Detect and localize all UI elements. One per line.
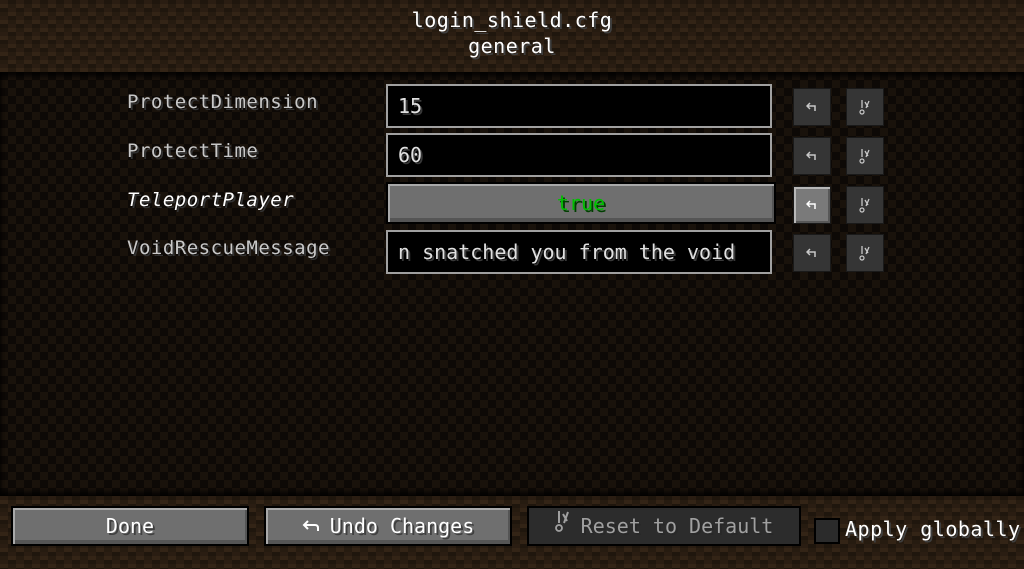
entry-undo-button[interactable] <box>793 186 831 224</box>
footer-bar: Done Undo Changes Reset to Default Apply… <box>0 496 1024 569</box>
config-file-title: login_shield.cfg <box>411 8 613 32</box>
config-entry-row: ProtectTime 60 <box>0 133 1024 179</box>
undo-arrow-icon <box>806 200 818 210</box>
config-entry-row: VoidRescueMessage n snatched you from th… <box>0 230 1024 276</box>
entry-value-field[interactable]: n snatched you from the void <box>386 230 772 274</box>
entry-toggle-button[interactable]: true <box>386 182 776 224</box>
entry-label: VoidRescueMessage <box>127 237 330 259</box>
entry-label: ProtectTime <box>127 140 259 162</box>
screen-header: login_shield.cfg general <box>0 0 1024 72</box>
reset-to-default-label: Reset to Default <box>580 514 774 538</box>
entry-reset-button[interactable] <box>846 137 884 175</box>
reset-default-icon <box>859 245 871 261</box>
reset-default-icon <box>859 197 871 213</box>
category-subtitle: general <box>468 34 556 58</box>
entry-label: TeleportPlayer <box>127 189 295 211</box>
entry-reset-button[interactable] <box>846 88 884 126</box>
config-entry-row: ProtectDimension 15 <box>0 84 1024 130</box>
config-entry-list[interactable]: ProtectDimension 15 ProtectTime 60 Telep… <box>0 72 1024 496</box>
config-entry-row: TeleportPlayer true <box>0 182 1024 228</box>
done-button-label: Done <box>105 514 155 538</box>
undo-changes-button[interactable]: Undo Changes <box>264 506 512 546</box>
undo-arrow-icon <box>806 248 818 258</box>
entry-value-field[interactable]: 60 <box>386 133 772 177</box>
entry-undo-button[interactable] <box>793 234 831 272</box>
undo-arrow-icon <box>806 102 818 112</box>
reset-default-icon <box>859 99 871 115</box>
reset-default-icon <box>859 148 871 164</box>
done-button[interactable]: Done <box>11 506 249 546</box>
undo-changes-label: Undo Changes <box>329 514 475 538</box>
undo-arrow-icon <box>302 507 320 545</box>
undo-arrow-icon <box>806 151 818 161</box>
entry-undo-button[interactable] <box>793 88 831 126</box>
entry-reset-button[interactable] <box>846 186 884 224</box>
apply-globally-label[interactable]: Apply globally <box>845 516 1021 542</box>
entry-reset-button[interactable] <box>846 234 884 272</box>
reset-to-default-button[interactable]: Reset to Default <box>527 506 801 546</box>
apply-globally-checkbox[interactable] <box>814 518 840 544</box>
entry-value-field[interactable]: 15 <box>386 84 772 128</box>
entry-label: ProtectDimension <box>127 91 319 113</box>
entry-undo-button[interactable] <box>793 137 831 175</box>
reset-default-icon <box>554 507 571 545</box>
